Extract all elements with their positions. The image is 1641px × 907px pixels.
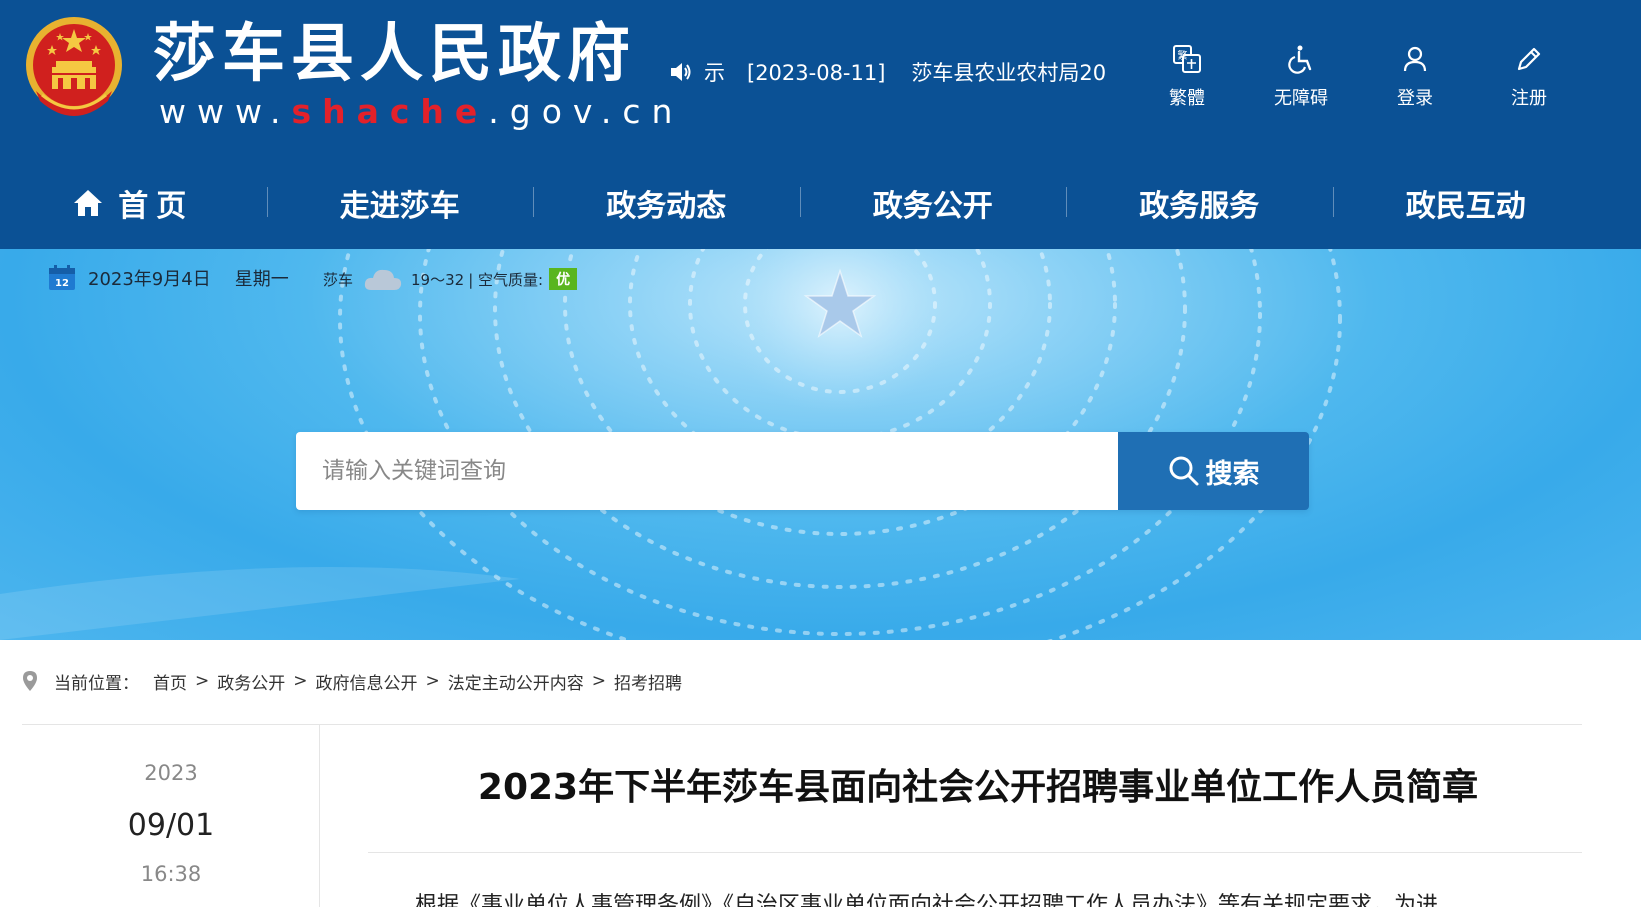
calendar-day: 12 xyxy=(55,278,69,289)
weather-city: 莎车 xyxy=(323,270,354,289)
publish-year: 2023 xyxy=(144,761,198,785)
accessibility-label: 无障碍 xyxy=(1274,88,1328,109)
breadcrumb-home[interactable]: 首页 xyxy=(153,669,187,694)
site-title[interactable]: 莎车县人民政府 xyxy=(153,14,636,94)
weather-temperature: 19～32 xyxy=(411,270,465,289)
register-label: 注册 xyxy=(1511,88,1547,109)
site-url-prefix: www. xyxy=(159,92,292,131)
search-button-label: 搜索 xyxy=(1205,458,1260,490)
notice-label: 示 xyxy=(704,61,725,85)
svg-text:繁: 繁 xyxy=(1178,49,1188,62)
weather-widget: 莎车 19～32 | 空气质量: 优 xyxy=(323,265,578,293)
article-title: 2023年下半年莎车县面向社会公开招聘事业单位工作人员简章 xyxy=(477,767,1479,808)
site-header: 莎车县人民政府 www.shache.gov.cn 示 [2023-08-11]… xyxy=(0,0,1641,249)
nav-item-about[interactable]: 走进莎车 xyxy=(266,173,534,233)
current-date: 2023年9月4日 xyxy=(88,269,211,290)
search-bar: 搜索 xyxy=(296,432,1309,510)
title-divider xyxy=(368,852,1582,853)
publish-time: 16:38 xyxy=(140,862,202,886)
search-icon xyxy=(1169,456,1198,486)
cloud-icon xyxy=(364,269,402,290)
nav-item-services[interactable]: 政务服务 xyxy=(1066,173,1333,233)
header-tools: 繁 繁體 无障碍 登录 注册 xyxy=(1130,42,1586,110)
login-label: 登录 xyxy=(1397,88,1433,109)
pencil-icon xyxy=(1512,42,1546,76)
breadcrumb-recruitment[interactable]: 招考招聘 xyxy=(614,669,682,694)
home-icon xyxy=(74,190,103,216)
traditional-chinese-button[interactable]: 繁 繁體 xyxy=(1130,42,1244,110)
nav-home-label: 首页 xyxy=(118,189,195,224)
nav-item-interaction[interactable]: 政民互动 xyxy=(1332,173,1600,233)
article-panel: 当前位置： 首页 > 政务公开 > 政府信息公开 > 法定主动公开内容 > 招考… xyxy=(0,640,1608,907)
nav-item-news[interactable]: 政务动态 xyxy=(533,173,800,233)
register-button[interactable]: 注册 xyxy=(1472,42,1586,110)
user-icon xyxy=(1398,42,1432,76)
national-emblem-icon xyxy=(26,17,122,116)
breadcrumb-label: 当前位置： xyxy=(54,673,139,694)
location-pin-icon xyxy=(23,671,37,691)
calendar-icon: 12 xyxy=(49,265,75,290)
site-url-suffix: .gov.cn xyxy=(488,92,684,131)
speaker-icon xyxy=(671,63,691,81)
date-display: 12 2023年9月4日 星期一 xyxy=(48,263,289,293)
traditional-chinese-icon: 繁 xyxy=(1170,42,1204,76)
accessibility-button[interactable]: 无障碍 xyxy=(1244,42,1358,110)
nav-item-home[interactable]: 首页 xyxy=(0,173,267,233)
site-url: www.shache.gov.cn xyxy=(159,92,683,132)
breadcrumb-open-gov[interactable]: 政务公开 xyxy=(217,669,285,694)
air-quality-badge: 优 xyxy=(549,268,578,290)
search-button[interactable]: 搜索 xyxy=(1118,432,1309,510)
notice-ticker: 示 [2023-08-11] 莎车县农业农村局2023年 xyxy=(668,55,1107,89)
traditional-chinese-label: 繁體 xyxy=(1169,88,1205,109)
article-body: 根据《事业单位人事管理条例》《自治区事业单位面向社会公开招聘工作人员办法》等有关… xyxy=(415,893,1439,907)
air-quality-label: | 空气质量: xyxy=(468,270,544,289)
search-input[interactable] xyxy=(296,432,1118,510)
accessibility-icon xyxy=(1284,42,1318,76)
breadcrumb: 当前位置： 首页 > 政务公开 > 政府信息公开 > 法定主动公开内容 > 招考… xyxy=(22,666,682,696)
current-weekday: 星期一 xyxy=(234,269,289,290)
breadcrumb-gov-info[interactable]: 政府信息公开 xyxy=(316,669,418,694)
site-url-highlight: shache xyxy=(291,92,489,131)
breadcrumb-statutory[interactable]: 法定主动公开内容 xyxy=(448,669,584,694)
login-button[interactable]: 登录 xyxy=(1358,42,1472,110)
notice-date: [2023-08-11] xyxy=(747,61,886,85)
notice-item[interactable]: [2023-08-11] 莎车县农业农村局2023年 xyxy=(747,57,1107,87)
nav-item-open-gov[interactable]: 政务公开 xyxy=(799,173,1067,233)
publish-date-panel: 2023 09/01 16:38 xyxy=(22,725,320,907)
notice-text[interactable]: 莎车县农业农村局2023年 xyxy=(911,61,1107,85)
publish-month-day: 09/01 xyxy=(127,808,215,843)
main-nav: 首页 走进莎车 政务动态 政务公开 政务服务 政民互动 xyxy=(0,173,1641,233)
